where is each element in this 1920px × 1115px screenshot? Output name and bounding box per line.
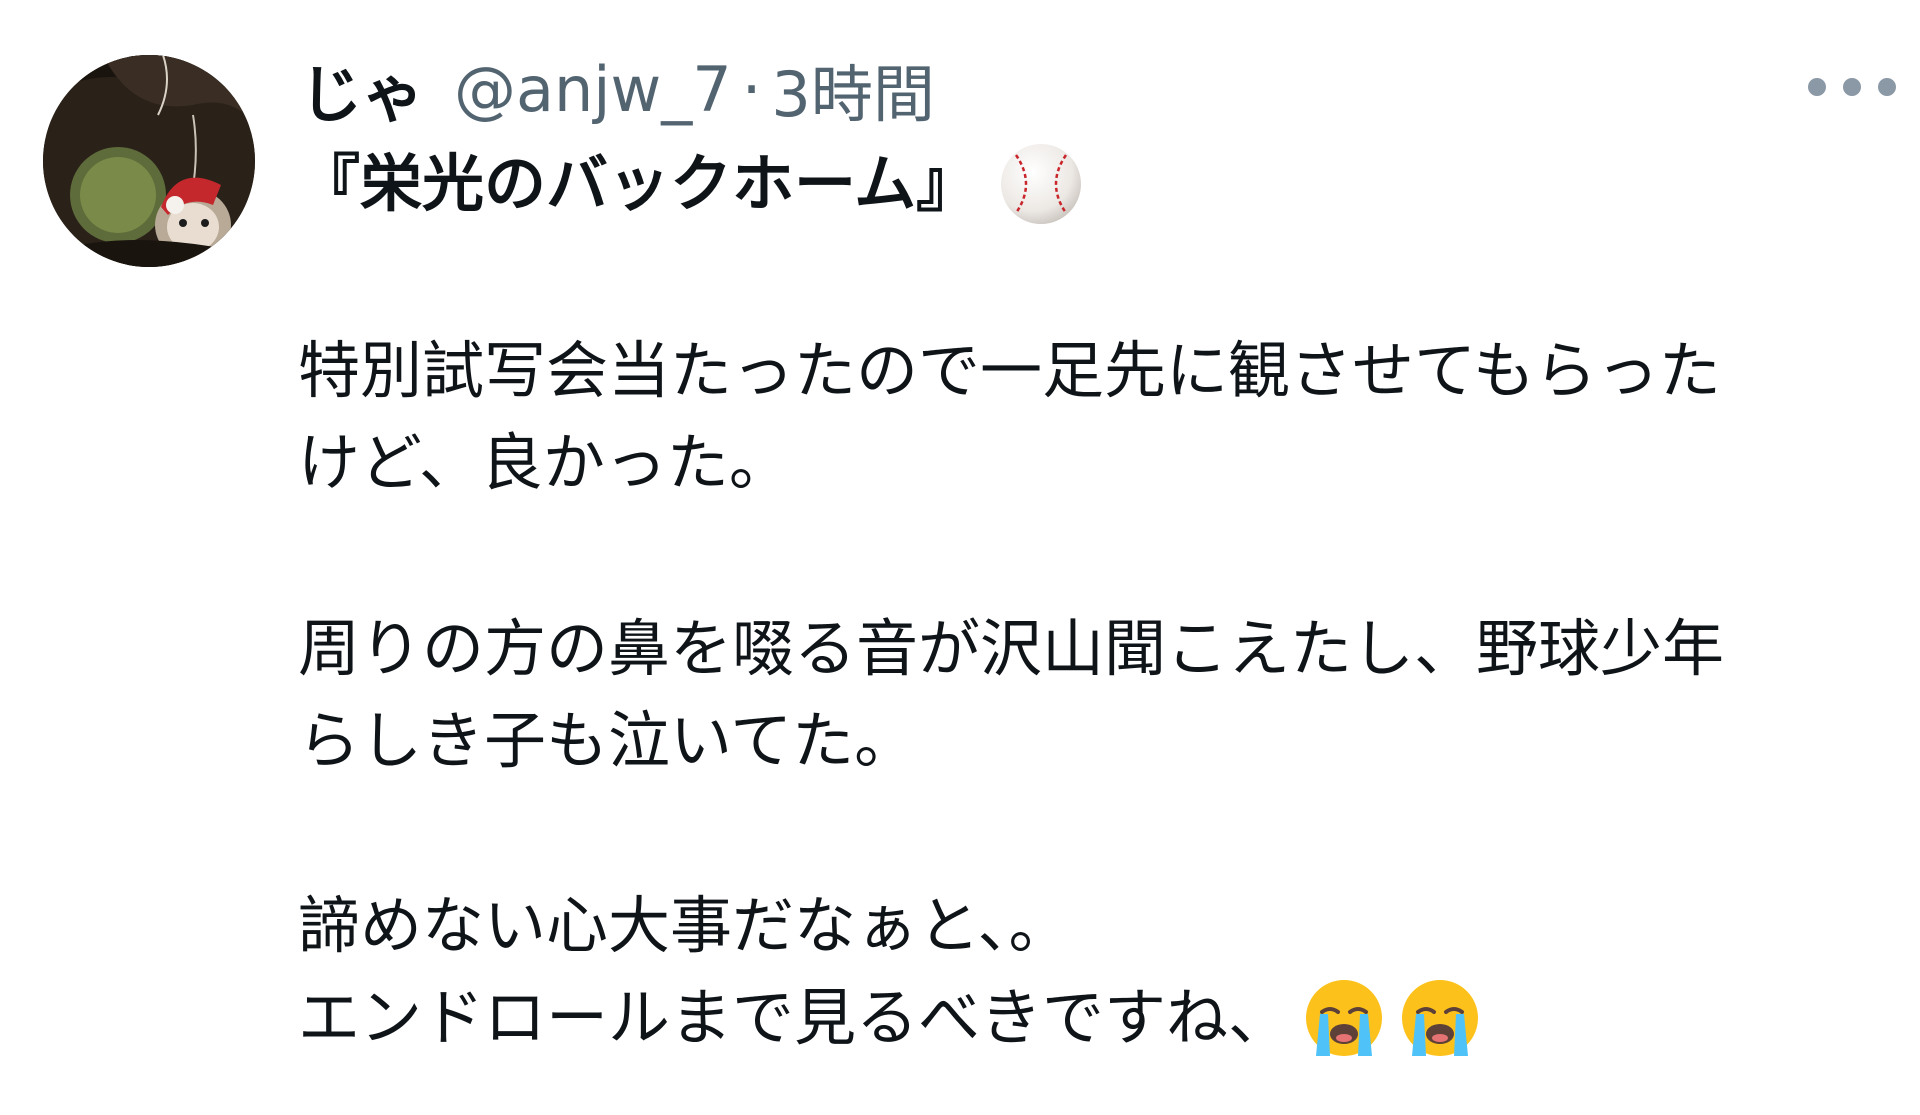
more-dot	[1878, 78, 1896, 96]
tweet: じゃ @anjw_7 · 3時間 『栄光のバックホーム』 特別試写会当たったので…	[0, 0, 1920, 1115]
tweet-line: らしき子も泣いてた。	[298, 704, 917, 777]
avatar-image	[43, 55, 255, 267]
more-dot	[1843, 78, 1861, 96]
loudly-crying-face-emoji-icon	[1402, 980, 1479, 1056]
more-icon[interactable]	[1808, 72, 1896, 102]
more-dot	[1808, 78, 1826, 96]
tweet-line: エンドロールまで見るべきですね、	[298, 981, 1291, 1054]
tweet-paragraph-2: 周りの方の鼻を啜る音が沢山聞こえたし、野球少年 らしき子も泣いてた。	[298, 603, 1898, 787]
loudly-crying-face-emoji-icon	[1306, 980, 1383, 1056]
tweet-line: 特別試写会当たったので一足先に観させてもらった	[298, 334, 1721, 407]
tweet-paragraph-1: 特別試写会当たったので一足先に観させてもらった けど、良かった。	[298, 325, 1898, 509]
tweet-line: 諦めない心大事だなぁと、。	[298, 889, 1071, 962]
tweet-title: 『栄光のバックホーム』	[298, 147, 979, 220]
tweet-line: 周りの方の鼻を啜る音が沢山聞こえたし、野球少年	[298, 612, 1725, 685]
user-handle[interactable]: @anjw_7	[454, 53, 732, 126]
tweet-title-line: 『栄光のバックホーム』	[298, 138, 1898, 230]
display-name[interactable]: じゃ	[300, 44, 424, 134]
avatar[interactable]	[43, 55, 255, 267]
baseball-emoji-icon	[1001, 144, 1082, 224]
tweet-header: じゃ @anjw_7 · 3時間	[300, 44, 935, 134]
tweet-line: けど、良かった。	[298, 426, 791, 499]
separator-dot: ·	[741, 52, 762, 126]
tweet-last-line: エンドロールまで見るべきですね、	[298, 972, 1898, 1064]
tweet-paragraph-3: 諦めない心大事だなぁと、。 エンドロールまで見るべきですね、	[298, 880, 1898, 1064]
timestamp[interactable]: 3時間	[771, 44, 934, 134]
